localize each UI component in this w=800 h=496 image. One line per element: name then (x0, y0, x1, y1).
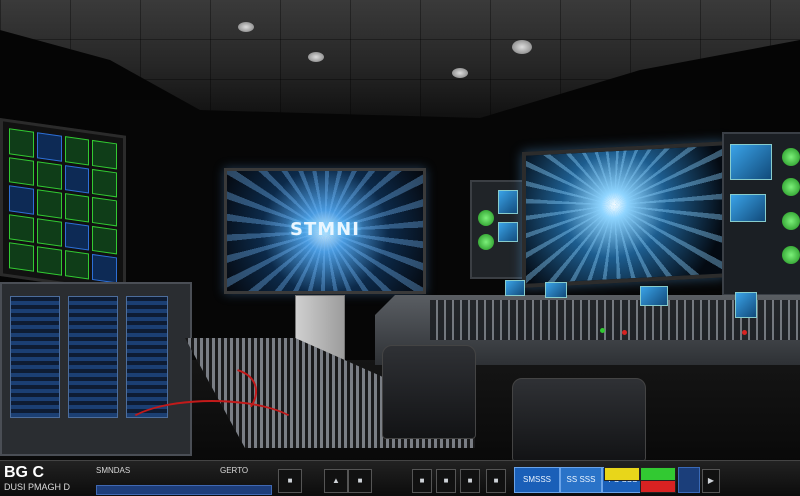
monitor-cell (64, 250, 90, 280)
taskbar-subtitle: DUSI PMAGH D (4, 482, 71, 492)
timeline-track[interactable] (96, 485, 272, 495)
rack-bay (68, 296, 118, 418)
monitor-cell (36, 246, 62, 276)
taskbar-button[interactable]: ■ (436, 469, 456, 493)
chair (512, 378, 646, 462)
center-monitor: STMNI (224, 168, 426, 294)
knob-icon (782, 246, 800, 264)
monitor-cell (92, 168, 117, 198)
monitor-cell (9, 156, 34, 186)
knob-icon (782, 212, 800, 230)
monitor-cell (92, 225, 117, 255)
taskbar-blue-button[interactable]: SS SSS (560, 467, 602, 493)
left-wall-monitor (0, 118, 126, 294)
rack-bay (10, 296, 60, 418)
center-screen-text: STMNI (290, 219, 360, 240)
monitor-cell (92, 197, 117, 227)
taskbar-button[interactable]: ■ (412, 469, 432, 493)
monitor-cell (92, 139, 117, 170)
monitor-cell (36, 217, 62, 248)
monitor-grid (9, 128, 117, 284)
rack-screen (498, 222, 518, 242)
status-yellow-block (604, 467, 640, 481)
knob-icon (478, 210, 494, 226)
taskbar-button[interactable]: ■ (278, 469, 302, 493)
taskbar-button[interactable]: ▲ (324, 469, 348, 493)
desk-screen (505, 280, 525, 296)
control-room-photo: STMNI BG C DUSI PMAGH D SMNDAS GERTO ■ ▲… (0, 0, 800, 496)
taskbar-end-button[interactable] (678, 467, 700, 493)
ceiling-light-icon (512, 40, 532, 54)
monitor-cell (36, 189, 62, 219)
ceiling-light-icon (238, 22, 254, 32)
right-monitor (522, 141, 726, 288)
ceiling-light-icon (308, 52, 324, 62)
taskbar-button[interactable]: ■ (486, 469, 506, 493)
knob-icon (478, 234, 494, 250)
taskbar-logo: BG C (4, 464, 44, 481)
right-rack (722, 132, 800, 296)
rack-screen (730, 194, 766, 222)
chair (382, 345, 476, 439)
taskbar-button[interactable]: ■ (460, 469, 480, 493)
monitor-cell (9, 242, 34, 272)
monitor-cell (64, 164, 90, 194)
taskbar-blue-button[interactable]: SMSSS (514, 467, 560, 493)
monitor-cell (36, 160, 62, 190)
blue-button-label: SS SSS (566, 475, 596, 484)
small-rack (470, 180, 524, 279)
monitor-cell (64, 221, 90, 251)
monitor-cell (36, 132, 62, 162)
track-label-secondary: GERTO (220, 466, 249, 475)
monitor-cell (9, 128, 34, 158)
bottom-taskbar: BG C DUSI PMAGH D SMNDAS GERTO ■ ▲ ■ ■ ■… (0, 460, 800, 496)
monitor-cell (92, 254, 117, 284)
blue-button-label: SMSSS (522, 475, 551, 484)
monitor-cell (9, 185, 34, 215)
monitor-cell (64, 136, 90, 166)
light-burst-graphic (526, 145, 722, 284)
led-icon (742, 330, 747, 335)
monitor-cell (9, 214, 34, 244)
desk-screen (735, 292, 757, 318)
led-icon (622, 330, 627, 335)
knob-icon (782, 178, 800, 196)
taskbar-button[interactable]: ■ (348, 469, 372, 493)
speaker-icon[interactable]: ▶ (702, 469, 720, 493)
desk-screen (545, 282, 567, 298)
track-label: SMNDAS (96, 466, 131, 475)
ceiling-light-icon (452, 68, 468, 78)
status-green-block (640, 467, 676, 481)
led-icon (600, 328, 605, 333)
rack-screen (498, 190, 518, 214)
status-red-block (640, 480, 676, 493)
knob-icon (782, 148, 800, 166)
rack-screen (730, 144, 772, 180)
monitor-cell (64, 193, 90, 223)
desk-screen (640, 286, 668, 306)
